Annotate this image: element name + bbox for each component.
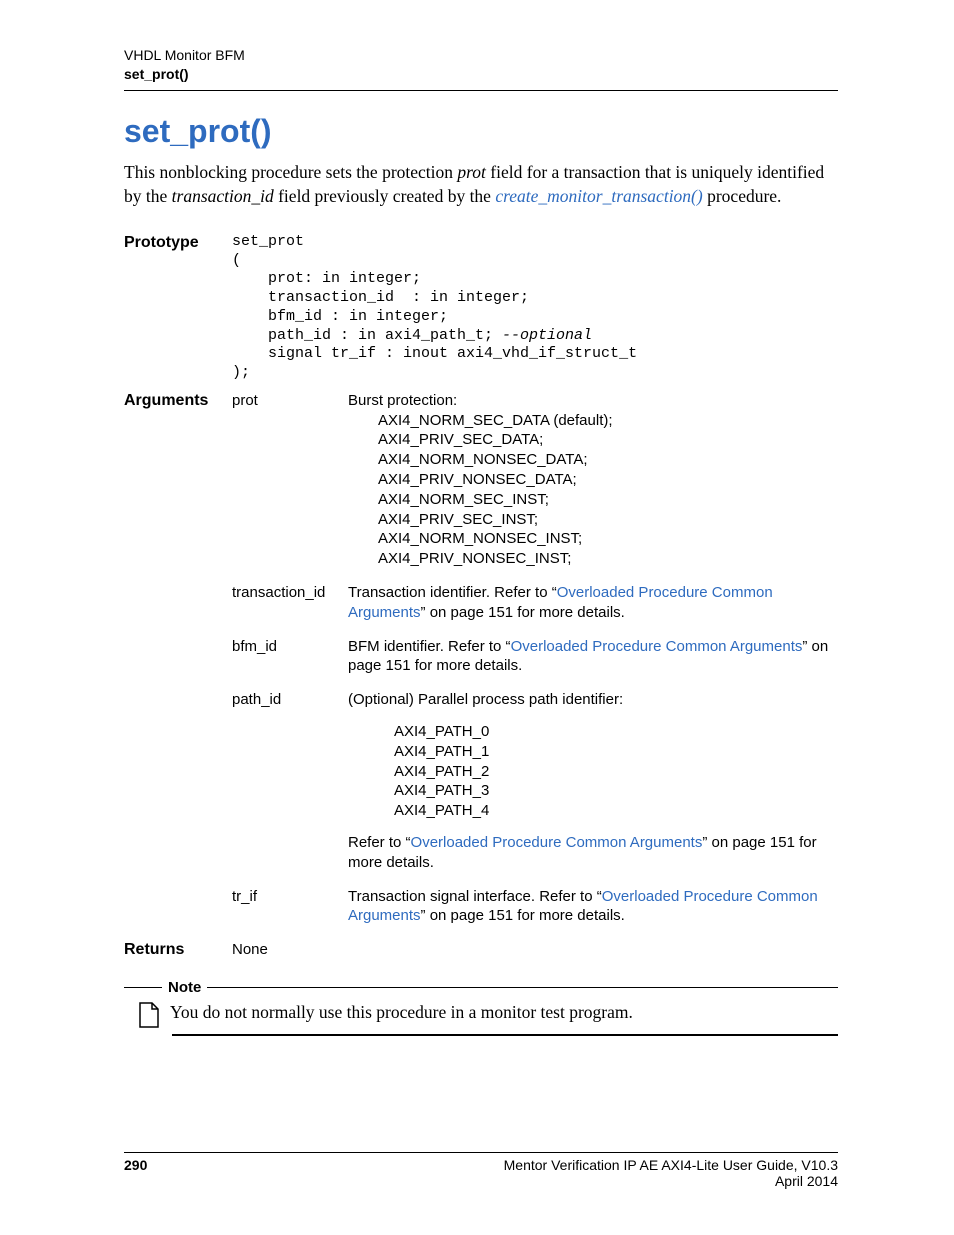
- arg-desc-path-id: (Optional) Parallel process path identif…: [348, 690, 838, 872]
- enum-value: AXI4_PATH_0: [348, 722, 838, 742]
- note-label: Note: [162, 979, 207, 996]
- label-returns: Returns: [124, 940, 232, 959]
- intro-text: field previously created by the: [274, 186, 496, 206]
- returns-value: None: [232, 940, 348, 959]
- link-overloaded-procedure[interactable]: Overloaded Procedure Common Arguments: [411, 834, 703, 851]
- enum-value: AXI4_NORM_NONSEC_DATA;: [348, 450, 838, 470]
- code-line: );: [232, 364, 250, 381]
- enum-value: AXI4_PATH_1: [348, 742, 838, 762]
- code-line: signal tr_if : inout axi4_vhd_if_struct_…: [232, 345, 637, 362]
- code-line: bfm_id : in integer;: [232, 308, 448, 325]
- arg-desc-text: Burst protection:: [348, 392, 457, 409]
- header-rule: [124, 90, 838, 91]
- intro-paragraph: This nonblocking procedure sets the prot…: [124, 160, 838, 209]
- label-arguments: Arguments: [124, 391, 232, 569]
- intro-italic-transactionid: transaction_id: [172, 186, 274, 206]
- code-comment: --optional: [502, 327, 592, 344]
- prototype-block: Prototype set_prot ( prot: in integer; t…: [124, 233, 838, 383]
- page-header: VHDL Monitor BFM set_prot(): [124, 46, 838, 84]
- page-footer: 290 Mentor Verification IP AE AXI4-Lite …: [124, 1152, 838, 1189]
- arg-desc-text: Transaction signal interface. Refer to “: [348, 888, 602, 905]
- code-line: set_prot: [232, 233, 304, 250]
- enum-value: AXI4_PRIV_NONSEC_DATA;: [348, 470, 838, 490]
- footer-date: April 2014: [504, 1173, 838, 1189]
- code-line: prot: in integer;: [232, 270, 421, 287]
- note-rule: [124, 987, 162, 989]
- enum-value: AXI4_NORM_SEC_INST;: [348, 490, 838, 510]
- note-text: You do not normally use this procedure i…: [170, 1002, 633, 1023]
- code-line: transaction_id : in integer;: [232, 289, 529, 306]
- document-icon: [138, 1002, 160, 1028]
- page-title: set_prot(): [124, 113, 838, 150]
- label-prototype: Prototype: [124, 233, 232, 383]
- arg-desc-text: ” on page 151 for more details.: [421, 907, 625, 924]
- page-number: 290: [124, 1157, 147, 1189]
- arg-desc-text: ” on page 151 for more details.: [421, 604, 625, 621]
- enum-value: AXI4_PRIV_SEC_DATA;: [348, 430, 838, 450]
- footer-rule: [124, 1152, 838, 1153]
- code-line: (: [232, 252, 241, 269]
- code-line: path_id : in axi4_path_t;: [232, 327, 502, 344]
- link-overloaded-procedure[interactable]: Overloaded Procedure Common Arguments: [511, 638, 803, 655]
- footer-title: Mentor Verification IP AE AXI4-Lite User…: [504, 1157, 838, 1173]
- intro-italic-prot: prot: [457, 162, 486, 182]
- enum-value: AXI4_PRIV_NONSEC_INST;: [348, 549, 838, 569]
- arg-name-tr-if: tr_if: [232, 887, 348, 927]
- arg-desc-transaction-id: Transaction identifier. Refer to “Overlo…: [348, 583, 838, 623]
- prototype-code: set_prot ( prot: in integer; transaction…: [232, 233, 637, 383]
- link-create-monitor-transaction[interactable]: create_monitor_transaction(): [495, 186, 702, 206]
- header-section: set_prot(): [124, 65, 838, 84]
- arg-desc-text: Refer to “: [348, 834, 411, 851]
- arg-name-transaction-id: transaction_id: [232, 583, 348, 623]
- intro-text: procedure.: [703, 186, 782, 206]
- arguments-block: Arguments prot Burst protection: AXI4_NO…: [124, 391, 838, 926]
- arg-desc-tr-if: Transaction signal interface. Refer to “…: [348, 887, 838, 927]
- returns-block: Returns None: [124, 940, 838, 959]
- enum-value: AXI4_NORM_NONSEC_INST;: [348, 529, 838, 549]
- arg-name-bfm-id: bfm_id: [232, 637, 348, 677]
- enum-value: AXI4_PATH_2: [348, 762, 838, 782]
- arg-desc-text: Transaction identifier. Refer to “: [348, 584, 557, 601]
- enum-value: AXI4_PRIV_SEC_INST;: [348, 510, 838, 530]
- arg-desc-prot: Burst protection: AXI4_NORM_SEC_DATA (de…: [348, 391, 838, 569]
- arg-desc-bfm-id: BFM identifier. Refer to “Overloaded Pro…: [348, 637, 838, 677]
- note-rule: [172, 1034, 838, 1036]
- note-rule: [207, 987, 838, 989]
- enum-value: AXI4_PATH_3: [348, 781, 838, 801]
- intro-text: This nonblocking procedure sets the prot…: [124, 162, 457, 182]
- note-block: Note You do not normally use this proced…: [124, 979, 838, 1036]
- arg-name-prot: prot: [232, 391, 348, 569]
- arg-desc-text: (Optional) Parallel process path identif…: [348, 690, 838, 710]
- enum-value: AXI4_PATH_4: [348, 801, 838, 821]
- header-breadcrumb: VHDL Monitor BFM: [124, 46, 838, 65]
- arg-name-path-id: path_id: [232, 690, 348, 872]
- arg-desc-text: BFM identifier. Refer to “: [348, 638, 511, 655]
- enum-value: AXI4_NORM_SEC_DATA (default);: [348, 411, 838, 431]
